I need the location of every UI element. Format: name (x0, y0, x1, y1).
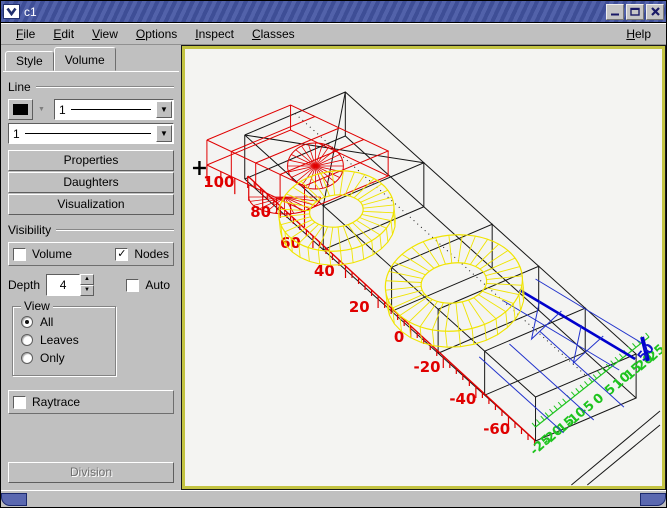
leaves-radio-label: Leaves (40, 333, 79, 347)
visualization-button[interactable]: Visualization (8, 194, 174, 215)
tab-style[interactable]: Style (5, 51, 54, 71)
editor-tabs: Style Volume (3, 46, 179, 71)
application-window: c1 File Edit View Options Inspect Classe… (0, 0, 667, 508)
line-color-dropdown-button[interactable]: ▼ (35, 99, 48, 120)
depth-label: Depth (8, 278, 40, 292)
window-bottom-frame (1, 490, 666, 506)
all-radio[interactable] (21, 316, 33, 328)
mother-volume-wireframe (245, 92, 660, 485)
daughters-button[interactable]: Daughters (8, 172, 174, 193)
line-group-label: Line (8, 80, 31, 94)
radio-row-leaves[interactable]: Leaves (21, 333, 107, 347)
menu-inspect[interactable]: Inspect (186, 25, 243, 43)
leaves-radio[interactable] (21, 334, 33, 346)
red-axis-label: -20 (414, 358, 441, 376)
volume-checkbox[interactable] (13, 248, 26, 261)
nodes-checkbox[interactable]: ✓ (115, 248, 128, 261)
window-menu-icon[interactable] (3, 4, 20, 19)
red-axis-label: 20 (349, 298, 370, 316)
line-width-dropdown-icon[interactable]: ▼ (156, 101, 172, 118)
line-group-header: Line (8, 80, 174, 94)
only-radio-label: Only (40, 351, 65, 365)
division-button[interactable]: Division (8, 462, 174, 483)
line-style-preview (25, 133, 151, 134)
minimize-button[interactable] (606, 4, 624, 20)
raytrace-checkbox[interactable] (13, 396, 26, 409)
menu-file[interactable]: File (7, 25, 44, 43)
raytrace-checkbox-label: Raytrace (32, 395, 80, 409)
only-radio[interactable] (21, 352, 33, 364)
viewport-3d[interactable]: 100806040200-20-40-60-25-20-15-10-505101… (185, 49, 662, 486)
menu-edit[interactable]: Edit (44, 25, 83, 43)
minimize-icon (610, 8, 620, 16)
blue-wireframe-volume: 50 (479, 279, 658, 433)
menu-options[interactable]: Options (127, 25, 186, 43)
menu-help[interactable]: Help (617, 25, 660, 43)
menu-bar: File Edit View Options Inspect Classes H… (1, 23, 666, 45)
maximize-icon (630, 7, 640, 16)
red-axis-label: 0 (394, 328, 404, 346)
radio-row-all[interactable]: All (21, 315, 107, 329)
line-style-dropdown-icon[interactable]: ▼ (156, 125, 172, 142)
radio-row-only[interactable]: Only (21, 351, 107, 365)
tab-volume[interactable]: Volume (54, 47, 116, 71)
auto-checkbox-label: Auto (145, 278, 170, 292)
title-bar[interactable]: c1 (1, 1, 666, 23)
line-width-value: 1 (59, 103, 66, 117)
visibility-group-header: Visibility (8, 223, 174, 237)
volume-tab-content: Line ▼ 1 ▼ 1 ▼ (3, 71, 179, 490)
view-groupbox-label: View (21, 299, 53, 313)
maximize-button[interactable] (626, 4, 644, 20)
depth-entry[interactable]: 4 (46, 274, 80, 296)
visibility-frame: Volume ✓ Nodes (8, 242, 174, 266)
visibility-group-rule (56, 229, 174, 231)
window-title: c1 (24, 4, 604, 19)
resize-grip-right[interactable] (640, 493, 666, 506)
red-axis-label: -60 (483, 420, 510, 438)
line-style-value: 1 (13, 127, 20, 141)
resize-grip-left[interactable] (1, 493, 27, 506)
close-icon (651, 7, 660, 16)
line-style-combobox[interactable]: 1 ▼ (8, 123, 174, 144)
line-color-button[interactable] (8, 99, 33, 120)
canvas-c1[interactable]: 100806040200-20-40-60-25-20-15-10-505101… (185, 49, 662, 486)
close-button[interactable] (646, 4, 664, 20)
view-groupbox: View All Leaves Only (12, 306, 116, 376)
raytrace-frame: Raytrace (8, 390, 174, 414)
line-width-combobox[interactable]: 1 ▼ (54, 99, 174, 120)
volume-editor-panel: Style Volume Line ▼ 1 ▼ (1, 45, 181, 490)
volume-checkbox-label: Volume (32, 247, 72, 261)
red-wireframe-volume (207, 105, 388, 227)
properties-button[interactable]: Properties (8, 150, 174, 171)
menu-view[interactable]: View (83, 25, 127, 43)
auto-checkbox[interactable] (126, 279, 139, 292)
depth-increment-button[interactable]: ▲ (80, 274, 94, 285)
menu-classes[interactable]: Classes (243, 25, 304, 43)
chevron-down-icon (6, 7, 17, 16)
nodes-checkbox-label: Nodes (134, 247, 169, 261)
all-radio-label: All (40, 315, 53, 329)
line-color-swatch (13, 104, 28, 115)
depth-decrement-button[interactable]: ▼ (80, 285, 94, 296)
red-axis-label: -40 (449, 390, 476, 408)
line-width-preview (71, 109, 151, 110)
x-axis-red: 100806040200-20-40-60 (203, 173, 534, 446)
root-canvas-frame: 100806040200-20-40-60-25-20-15-10-505101… (181, 45, 666, 490)
line-group-rule (36, 86, 174, 88)
visibility-group-label: Visibility (8, 223, 51, 237)
